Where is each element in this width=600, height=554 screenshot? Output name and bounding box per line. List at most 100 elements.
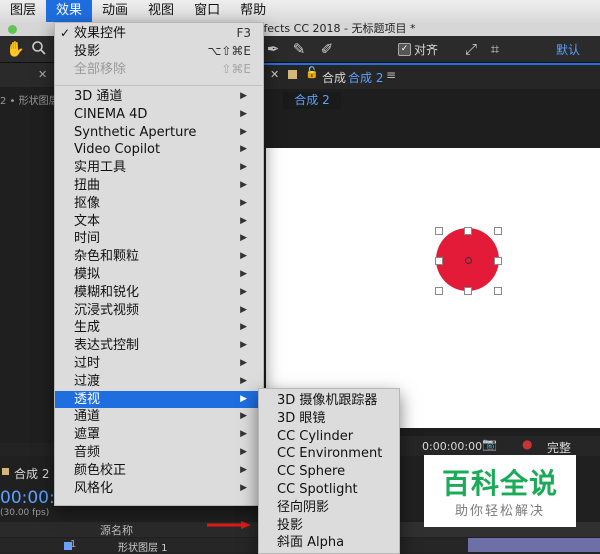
menu-window[interactable]: 窗口 — [184, 0, 230, 22]
tab-composition-2[interactable]: 合成 2 — [348, 69, 383, 86]
transform-handle[interactable] — [435, 227, 443, 235]
menu-item-label: 过时 — [74, 356, 101, 371]
anchor-point[interactable] — [465, 257, 472, 264]
transform-handle[interactable] — [464, 227, 472, 235]
submenu-arrow-icon: ▶ — [240, 482, 247, 493]
menu-help[interactable]: 帮助 — [230, 0, 276, 22]
menu-layer[interactable]: 图层 — [0, 0, 46, 22]
menu-item-label: 实用工具 — [74, 160, 127, 176]
menu-item-category[interactable]: Video Copilot ▶ — [55, 141, 263, 159]
menu-item-label: 生成 — [74, 320, 101, 336]
snap-option-icon[interactable]: ⤢ — [462, 40, 480, 58]
submenu-arrow-icon: ▶ — [240, 162, 247, 173]
puppet-pin-icon[interactable]: ✐ — [318, 40, 336, 58]
close-icon[interactable]: ✕ — [270, 68, 279, 81]
menu-item-category[interactable]: 文本 ▶ — [55, 213, 263, 231]
menu-animation[interactable]: 动画 — [92, 0, 138, 22]
snapshot-camera-icon[interactable]: 📷 — [482, 437, 497, 451]
channel-icon[interactable]: ● — [522, 437, 532, 451]
current-time[interactable]: 0:00:00:00 — [422, 440, 482, 453]
menu-item-label: 效果控件 — [74, 26, 127, 41]
menu-item-category[interactable]: 实用工具 ▶ — [55, 159, 263, 177]
transform-handle[interactable] — [435, 287, 443, 295]
column-source-name[interactable]: 源名称 — [100, 522, 133, 538]
pen-tool-icon[interactable]: ✒ — [264, 40, 282, 58]
submenu-arrow-icon: ▶ — [240, 144, 247, 155]
menu-item-category[interactable]: 生成 ▶ — [55, 319, 263, 337]
submenu-arrow-icon: ▶ — [240, 215, 247, 226]
menu-item-label: 音频 — [74, 445, 101, 460]
menu-view[interactable]: 视图 — [138, 0, 184, 22]
snap-target-icon[interactable]: ⌗ — [486, 40, 504, 58]
snap-checkbox[interactable]: ✓ — [398, 43, 411, 56]
menu-item-category[interactable]: 过时 ▶ — [55, 355, 263, 373]
menu-item-label: CINEMA 4D — [74, 106, 148, 122]
zoom-tool-icon[interactable] — [30, 40, 48, 58]
submenu-item[interactable]: CC Spotlight — [259, 481, 399, 499]
zoom-window-button[interactable] — [8, 25, 17, 34]
menu-item-category[interactable]: 沉浸式视频 ▶ — [55, 302, 263, 320]
timeline-timecode[interactable]: 00:00: — [0, 488, 55, 508]
submenu-item-label: 3D 摄像机跟踪器 — [277, 393, 378, 408]
layer-duration-bar[interactable] — [468, 538, 600, 552]
menu-item-category[interactable]: 模拟 ▶ — [55, 266, 263, 284]
menu-item-label: 全部移除 — [74, 61, 127, 77]
submenu-item[interactable]: 投影 — [259, 517, 399, 535]
transform-handle[interactable] — [435, 257, 443, 265]
menu-item-effect-controls[interactable]: ✓ 效果控件 F3 — [55, 25, 263, 43]
menu-item-label: 风格化 — [74, 480, 114, 496]
submenu-item-label: 斜面 Alpha — [277, 535, 345, 551]
panel-menu-icon[interactable]: ≡ — [386, 68, 396, 82]
menu-item-category[interactable]: 模糊和锐化 ▶ — [55, 284, 263, 302]
roto-brush-icon[interactable]: ✎ — [290, 40, 308, 58]
transform-handle[interactable] — [494, 257, 502, 265]
menu-item-category[interactable]: 颜色校正 ▶ — [55, 462, 263, 480]
transform-handle[interactable] — [494, 227, 502, 235]
submenu-item[interactable]: 3D 摄像机跟踪器 — [259, 392, 399, 410]
submenu-item[interactable]: CC Sphere — [259, 463, 399, 481]
submenu-arrow-icon: ▶ — [240, 233, 247, 244]
submenu-arrow-icon: ▶ — [240, 322, 247, 333]
menu-item-category[interactable]: 抠像 ▶ — [55, 195, 263, 213]
checkmark-icon: ✓ — [60, 26, 71, 40]
submenu-item[interactable]: CC Environment — [259, 445, 399, 463]
menu-effect[interactable]: 效果 — [46, 0, 93, 22]
composition-canvas[interactable] — [266, 148, 600, 428]
menu-item-label: 遮罩 — [74, 427, 101, 443]
submenu-item[interactable]: 3D 眼镜 — [259, 410, 399, 428]
menu-item-category[interactable]: 通道 ▶ — [55, 408, 263, 426]
hand-tool-icon[interactable]: ✋ — [6, 40, 25, 58]
menu-item-category[interactable]: 遮罩 ▶ — [55, 426, 263, 444]
menu-item-category[interactable]: 杂色和颗粒 ▶ — [55, 248, 263, 266]
resolution-select[interactable]: 完整 — [547, 439, 571, 456]
composition-breadcrumb[interactable]: 合成 2 — [283, 92, 341, 109]
transform-handle[interactable] — [494, 287, 502, 295]
menu-item-category[interactable]: 风格化 ▶ — [55, 480, 263, 498]
submenu-arrow-icon: ▶ — [240, 269, 247, 279]
menu-item-category[interactable]: 表达式控制 ▶ — [55, 337, 263, 355]
menu-item-category[interactable]: 扭曲 ▶ — [55, 177, 263, 195]
submenu-arrow-icon: ▶ — [240, 126, 247, 137]
workspace-default[interactable]: 默认 — [556, 41, 580, 58]
submenu-item[interactable]: 径向阴影 — [259, 499, 399, 517]
menu-item-label: Video Copilot — [74, 142, 161, 158]
menu-item-shortcut: F3 — [236, 26, 251, 40]
menu-item-category[interactable]: CINEMA 4D ▶ — [55, 106, 263, 124]
menu-item-category[interactable]: 过渡 ▶ — [55, 373, 263, 391]
menu-item-category[interactable]: 3D 通道 ▶ — [55, 88, 263, 106]
menu-item-category[interactable]: Synthetic Aperture ▶ — [55, 124, 263, 142]
menu-item-category[interactable]: 音频 ▶ — [55, 444, 263, 462]
submenu-arrow-icon: ▶ — [240, 304, 247, 315]
submenu-item[interactable]: 斜面 Alpha — [259, 534, 399, 552]
menu-item-category[interactable]: 时间 ▶ — [55, 230, 263, 248]
submenu-item-label: CC Cylinder — [277, 428, 354, 444]
menu-item-category[interactable]: 透视 ▶ — [55, 390, 263, 409]
menu-item-label: 透视 — [74, 391, 101, 407]
transform-handle[interactable] — [464, 287, 472, 295]
menu-item-drop-shadow[interactable]: 投影 ⌥⇧⌘E — [55, 43, 263, 61]
timeline-tab[interactable]: 合成 2 — [14, 465, 49, 482]
project-panel — [0, 63, 54, 443]
submenu-item[interactable]: CC Cylinder — [259, 428, 399, 446]
lock-icon[interactable]: 🔓 — [305, 66, 319, 79]
close-icon[interactable]: ✕ — [38, 68, 47, 81]
